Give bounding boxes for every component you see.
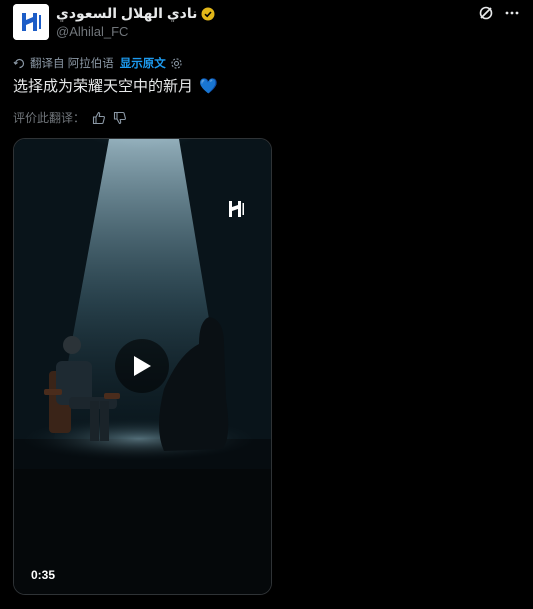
display-name[interactable]: نادي الهلال السعودي (56, 5, 197, 22)
slash-circle-icon (479, 6, 493, 20)
video-duration: 0:35 (31, 568, 56, 582)
tweet-text: 选择成为荣耀天空中的新月 💙 (13, 75, 218, 96)
verified-badge-icon (201, 7, 215, 20)
account-handle[interactable]: @Alhilal_FC (56, 24, 128, 39)
alhilal-watermark-icon (229, 201, 244, 217)
play-icon (134, 356, 151, 376)
translation-notice: 翻译自 阿拉伯语 显示原文 (13, 55, 183, 71)
video-player[interactable]: 0:35 (13, 138, 272, 595)
translate-icon (13, 58, 25, 68)
play-button[interactable] (115, 339, 169, 393)
top-actions (477, 4, 521, 22)
translated-from-label: 翻译自 阿拉伯语 (30, 58, 114, 70)
name-row: نادي الهلال السعودي (56, 5, 215, 22)
rate-translation: 评价此翻译： (13, 109, 127, 126)
tweet-header: نادي الهلال السعودي @Alhilal_FC (0, 0, 533, 48)
avatar[interactable] (13, 4, 49, 40)
more-dots-icon (505, 11, 519, 15)
tweet-text-body: 选择成为荣耀天空中的新月 (13, 78, 194, 95)
show-original-link[interactable]: 显示原文 (120, 55, 166, 71)
gear-icon[interactable] (170, 57, 183, 70)
rate-translation-label: 评价此翻译： (13, 111, 86, 125)
thumbs-down-icon[interactable] (113, 111, 127, 125)
more-button[interactable] (503, 4, 521, 22)
thumbs-up-icon[interactable] (92, 111, 106, 125)
grok-button[interactable] (477, 4, 495, 22)
alhilal-logo-icon (13, 4, 49, 40)
blue-heart-emoji: 💙 (199, 77, 218, 95)
